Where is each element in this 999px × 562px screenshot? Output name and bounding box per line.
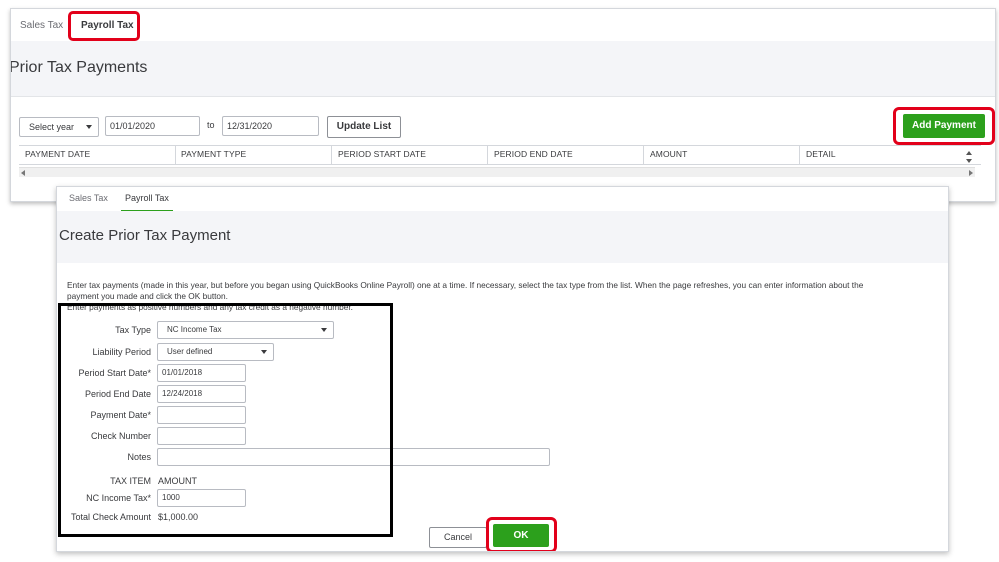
col-divider bbox=[331, 145, 332, 165]
year-select-value: Select year bbox=[29, 122, 75, 132]
horizontal-scrollbar[interactable] bbox=[19, 167, 975, 177]
tab-bar: Sales Tax Payroll Tax bbox=[57, 187, 948, 212]
tab-sales-tax[interactable]: Sales Tax bbox=[69, 187, 108, 211]
tab-bar: Sales Tax Payroll Tax bbox=[11, 9, 995, 42]
cancel-button[interactable]: Cancel bbox=[429, 527, 487, 548]
ok-button-highlight bbox=[486, 517, 557, 551]
col-divider bbox=[487, 145, 488, 165]
form-annotation-box bbox=[58, 303, 393, 537]
page-title: Prior Tax Payments bbox=[10, 59, 148, 76]
scroll-left-icon[interactable] bbox=[21, 170, 25, 176]
chevron-down-icon bbox=[86, 125, 92, 129]
page-title: Create Prior Tax Payment bbox=[59, 227, 231, 244]
scroll-up-icon[interactable] bbox=[966, 151, 972, 155]
col-amount[interactable]: AMOUNT bbox=[650, 149, 687, 159]
add-payment-highlight bbox=[893, 107, 995, 145]
scroll-down-icon[interactable] bbox=[966, 159, 972, 163]
payroll-tab-highlight bbox=[68, 11, 140, 41]
col-detail[interactable]: DETAIL bbox=[806, 149, 836, 159]
page-header: Create Prior Tax Payment bbox=[57, 211, 948, 263]
to-label: to bbox=[207, 120, 215, 130]
col-divider bbox=[175, 145, 176, 165]
tab-sales-tax[interactable]: Sales Tax bbox=[20, 9, 63, 41]
end-date-input[interactable]: 12/31/2020 bbox=[222, 116, 319, 136]
prior-tax-payments-panel: Sales Tax Payroll Tax Prior Tax Payments… bbox=[10, 8, 996, 202]
page-header: Prior Tax Payments bbox=[11, 41, 995, 97]
instructions-line-2: payment you made and click the OK button… bbox=[67, 291, 228, 301]
create-prior-tax-payment-panel: Sales Tax Payroll Tax Create Prior Tax P… bbox=[56, 186, 949, 552]
instructions-line-1: Enter tax payments (made in this year, b… bbox=[67, 280, 864, 290]
year-select[interactable]: Select year bbox=[19, 117, 99, 137]
col-payment-date[interactable]: PAYMENT DATE bbox=[25, 149, 90, 159]
start-date-input[interactable]: 01/01/2020 bbox=[105, 116, 200, 136]
col-payment-type[interactable]: PAYMENT TYPE bbox=[181, 149, 246, 159]
col-divider bbox=[799, 145, 800, 165]
scroll-right-icon[interactable] bbox=[969, 170, 973, 176]
update-list-button[interactable]: Update List bbox=[327, 116, 401, 138]
tab-payroll-tax[interactable]: Payroll Tax bbox=[121, 187, 173, 212]
col-period-end-date[interactable]: PERIOD END DATE bbox=[494, 149, 573, 159]
col-period-start-date[interactable]: PERIOD START DATE bbox=[338, 149, 426, 159]
col-divider bbox=[643, 145, 644, 165]
